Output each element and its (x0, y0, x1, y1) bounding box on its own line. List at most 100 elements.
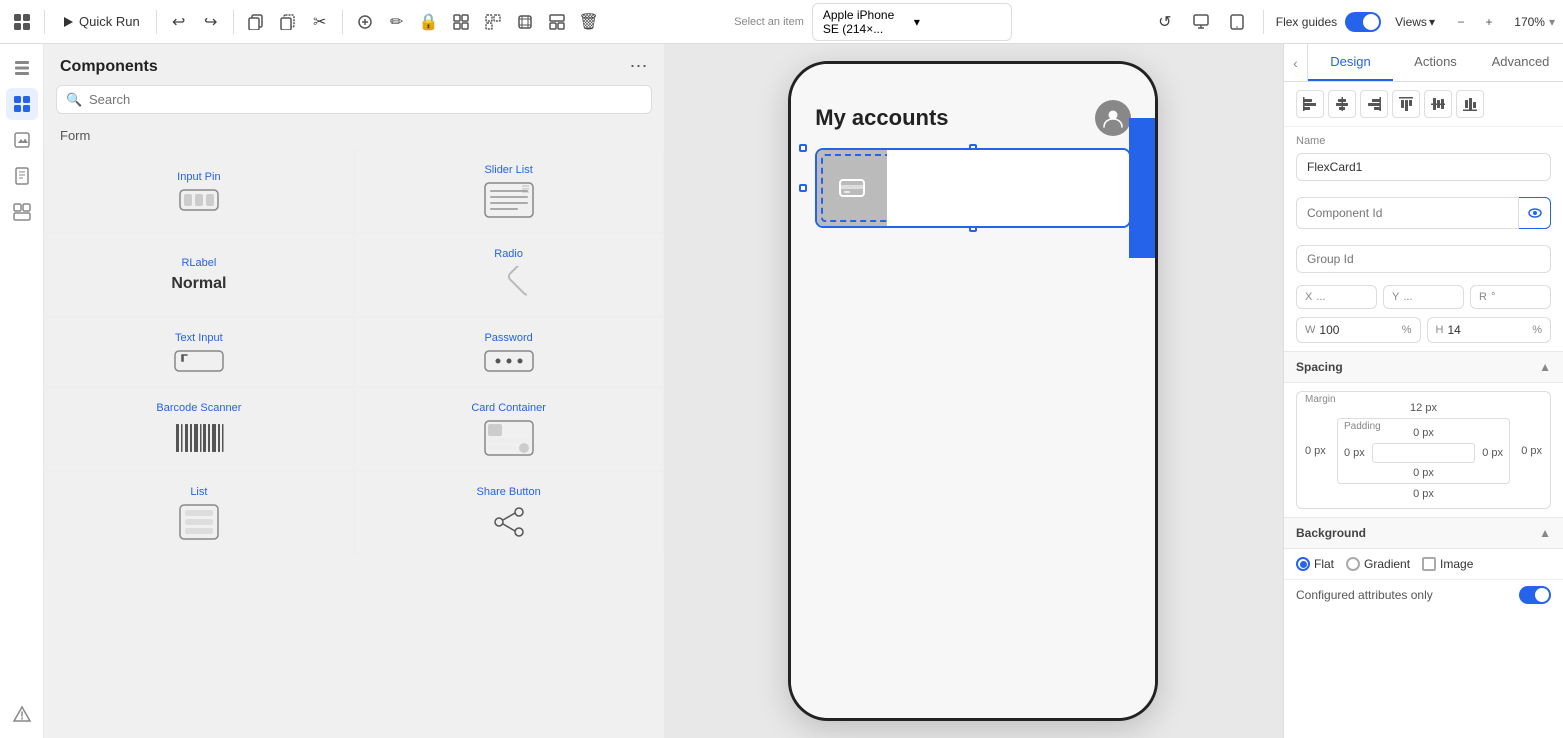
sidebar-item-assets[interactable] (6, 124, 38, 156)
components-menu-button[interactable]: ⋯ (630, 56, 648, 77)
w-field[interactable]: W 100 % (1296, 317, 1421, 343)
sidebar-item-layers[interactable] (6, 52, 38, 84)
cut-button[interactable]: ✂ (306, 8, 334, 36)
align-center-v-button[interactable] (1424, 90, 1452, 118)
component-text-input[interactable]: Text Input (44, 317, 354, 387)
sidebar-item-warnings[interactable] (6, 698, 38, 730)
padding-left: 0 px (1344, 447, 1368, 459)
group-id-input[interactable] (1296, 245, 1551, 273)
sep2 (156, 10, 157, 34)
device-select-box[interactable]: Apple iPhone SE (214×... ▾ (812, 3, 1012, 41)
w-value: 100 (1319, 323, 1397, 337)
text-input-visual (174, 350, 224, 372)
mobile-view-icon[interactable] (1223, 8, 1251, 36)
component-password[interactable]: Password (354, 317, 664, 387)
component-id-input[interactable] (1296, 197, 1519, 229)
component-card-container[interactable]: Card Container (354, 387, 664, 471)
paste-button[interactable] (274, 8, 302, 36)
configured-attributes-toggle[interactable] (1519, 586, 1551, 604)
name-input[interactable] (1296, 153, 1551, 181)
bg-image-label: Image (1440, 557, 1473, 571)
y-field[interactable]: Y ... (1383, 285, 1464, 309)
align-center-h-button[interactable] (1328, 90, 1356, 118)
selected-card-container[interactable] (803, 148, 1143, 228)
sep5 (1263, 10, 1264, 34)
quick-run-button[interactable]: Quick Run (53, 10, 148, 33)
bg-flat-option[interactable]: Flat (1296, 557, 1334, 571)
w-label: W (1305, 324, 1315, 336)
copy-button[interactable] (242, 8, 270, 36)
phone-screen: My accounts (791, 64, 1155, 718)
delete-tool[interactable]: 🗑 (575, 8, 603, 36)
zoom-minus-button[interactable]: − (1449, 10, 1473, 34)
pen-tool[interactable]: ✏ (383, 8, 411, 36)
text-input-label: Text Input (175, 332, 223, 344)
zoom-plus-button[interactable]: + (1477, 10, 1501, 34)
bg-gradient-radio[interactable] (1346, 557, 1360, 571)
flex-guides-toggle[interactable] (1345, 12, 1381, 32)
search-input[interactable] (56, 85, 652, 114)
bg-gradient-label: Gradient (1364, 557, 1410, 571)
views-button[interactable]: Views ▾ (1389, 11, 1441, 33)
tab-actions[interactable]: Actions (1393, 44, 1478, 81)
component-tool[interactable] (351, 8, 379, 36)
collapse-panel-button[interactable]: ‹ (1284, 44, 1308, 81)
quick-run-label: Quick Run (79, 14, 140, 29)
group-tool[interactable] (447, 8, 475, 36)
list-label: List (190, 486, 207, 498)
align-left-button[interactable] (1296, 90, 1324, 118)
bg-gradient-option[interactable]: Gradient (1346, 557, 1410, 571)
sep1 (44, 10, 45, 34)
component-id-field-group (1284, 189, 1563, 237)
undo-button[interactable]: ↩ (165, 8, 193, 36)
background-options: Flat Gradient Image (1284, 549, 1563, 579)
form-section-label: Form (44, 122, 664, 149)
spacing-collapse-button[interactable]: ▲ (1539, 360, 1551, 374)
sidebar-item-pages[interactable] (6, 160, 38, 192)
desktop-view-icon[interactable] (1187, 8, 1215, 36)
component-radio[interactable]: Radio (354, 233, 664, 317)
flex-card[interactable] (815, 148, 1131, 228)
handle-middle-left[interactable] (799, 184, 807, 192)
group-id-field-group (1284, 237, 1563, 281)
component-barcode-scanner[interactable]: Barcode Scanner (44, 387, 354, 471)
visibility-toggle-button[interactable] (1519, 197, 1551, 229)
bg-image-radio[interactable] (1422, 557, 1436, 571)
bg-flat-radio[interactable] (1296, 557, 1310, 571)
r-field[interactable]: R ° (1470, 285, 1551, 309)
redo-button[interactable]: ↪ (197, 8, 225, 36)
chevron-down-icon: ▾ (1429, 15, 1435, 29)
device-selector[interactable]: Select an item Apple iPhone SE (214×... … (674, 3, 1012, 41)
app-icon[interactable] (8, 8, 36, 36)
component-rlabel[interactable]: RLabel Normal (44, 233, 354, 317)
frame-tool[interactable] (511, 8, 539, 36)
component-id-input-wrapper (1296, 197, 1551, 229)
component-input-pin[interactable]: Input Pin (44, 149, 354, 233)
components-grid: Input Pin Slider List RLabel No (44, 149, 664, 555)
lock-tool[interactable]: 🔒 (415, 8, 443, 36)
align-bottom-button[interactable] (1456, 90, 1484, 118)
background-collapse-button[interactable]: ▲ (1539, 526, 1551, 540)
h-field[interactable]: H 14 % (1427, 317, 1552, 343)
align-top-button[interactable] (1392, 90, 1420, 118)
refresh-button[interactable]: ↺ (1151, 8, 1179, 36)
component-list[interactable]: List (44, 471, 354, 555)
align-right-button[interactable] (1360, 90, 1388, 118)
components-title: Components (60, 58, 158, 76)
slider-list-visual (484, 182, 534, 218)
tab-design[interactable]: Design (1308, 44, 1393, 81)
component-share-button[interactable]: Share Button (354, 471, 664, 555)
sidebar-item-components[interactable] (6, 88, 38, 120)
tab-advanced[interactable]: Advanced (1478, 44, 1563, 81)
phone-header: My accounts (791, 84, 1155, 148)
handle-top-left[interactable] (799, 144, 807, 152)
phone-title: My accounts (815, 105, 948, 131)
layout-tool[interactable] (543, 8, 571, 36)
x-field[interactable]: X ... (1296, 285, 1377, 309)
name-field-label: Name (1296, 135, 1551, 147)
sidebar-item-blocks[interactable] (6, 196, 38, 228)
bg-image-option[interactable]: Image (1422, 557, 1473, 571)
component-slider-list[interactable]: Slider List (354, 149, 664, 233)
canvas-area[interactable]: My accounts (664, 44, 1284, 738)
ungroup-tool[interactable] (479, 8, 507, 36)
